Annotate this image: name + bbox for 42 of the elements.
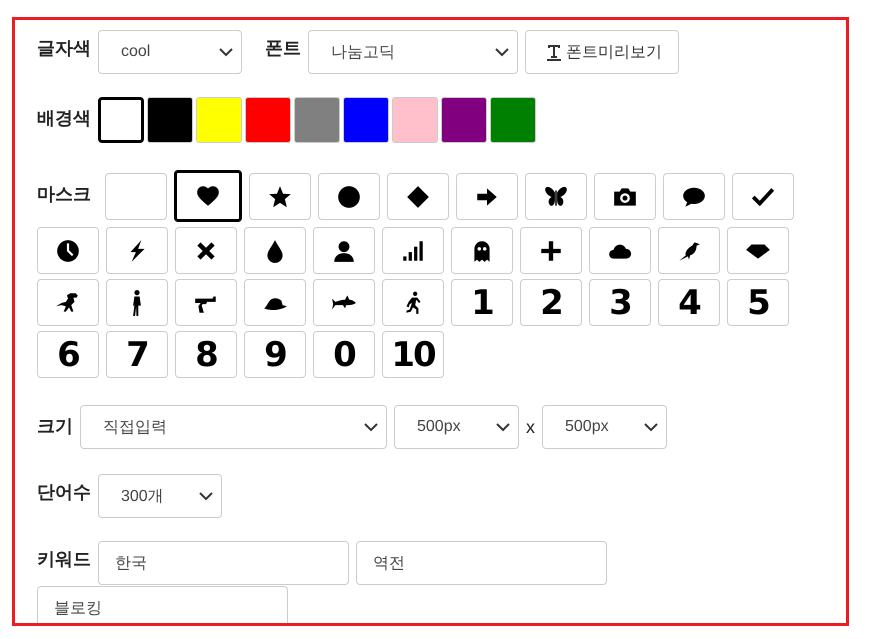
mask-option[interactable]: 1 <box>451 279 513 326</box>
chevron-icon <box>496 422 510 432</box>
field-label: 크기 <box>37 415 73 435</box>
woman-icon <box>133 290 141 316</box>
mask-option[interactable]: 4 <box>658 279 720 326</box>
mask-option[interactable]: 3 <box>589 279 651 326</box>
dropdown[interactable]: 나눔고딕 <box>308 30 518 74</box>
field-label: 폰트 <box>265 37 301 57</box>
color-swatch[interactable] <box>98 97 144 143</box>
keyword-field[interactable]: 한국 <box>98 541 349 585</box>
mask-option[interactable] <box>174 170 242 222</box>
mask-option[interactable]: 8 <box>175 331 237 378</box>
field-label: 배경색 <box>37 107 91 127</box>
font-preview-button[interactable]: 폰트미리보기 <box>525 30 679 74</box>
mask-option[interactable]: 0 <box>313 331 375 378</box>
dropdown[interactable]: 직접입력 <box>80 405 387 449</box>
text-format-icon <box>546 43 562 61</box>
mask-option[interactable]: 2 <box>520 279 582 326</box>
field-label: 키워드 <box>37 548 91 571</box>
mask-option[interactable]: 6 <box>37 331 99 378</box>
chevron-icon <box>495 48 509 56</box>
chevron-icon <box>219 48 233 56</box>
chevron-icon <box>644 422 658 432</box>
separator-text: x <box>526 416 535 438</box>
mask-option[interactable]: 9 <box>244 331 306 378</box>
mask-option[interactable]: 7 <box>106 331 168 378</box>
dropdown[interactable]: 500px <box>542 405 667 449</box>
chevron-icon <box>364 422 378 432</box>
dropdown[interactable]: 500px <box>394 405 519 449</box>
keyword-field[interactable]: 역전 <box>356 541 607 585</box>
dropdown[interactable]: cool <box>98 30 242 74</box>
chevron-icon <box>199 492 213 500</box>
field-label: 단어수 <box>37 481 91 501</box>
circle-icon <box>336 184 362 210</box>
field-label: 글자색 <box>37 37 91 57</box>
dropdown[interactable]: 300개 <box>98 474 222 518</box>
diamond-icon <box>405 184 431 210</box>
field-label: 마스크 <box>37 183 92 203</box>
clock-icon <box>55 238 81 264</box>
mask-option[interactable]: 5 <box>727 279 789 326</box>
mask-option[interactable]: 10 <box>382 331 444 378</box>
keyword-field[interactable]: 블로킹 <box>37 586 288 623</box>
